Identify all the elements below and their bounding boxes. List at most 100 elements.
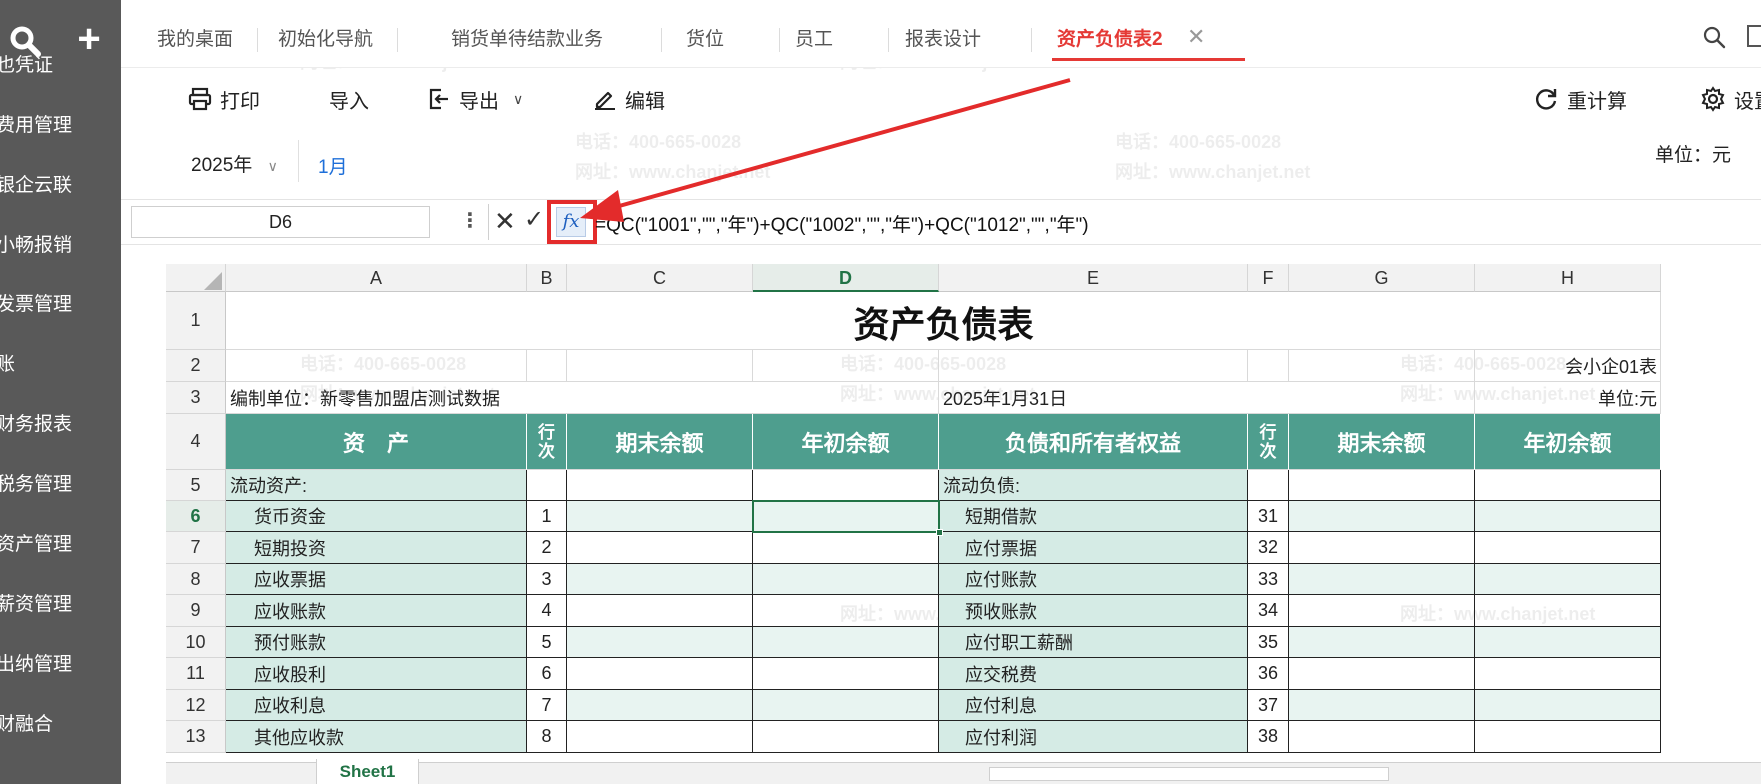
tab-balance-sheet[interactable]: 资产负债表2	[1057, 24, 1163, 54]
header-assets[interactable]: 资 产	[226, 414, 527, 470]
asset-begin-balance-cell[interactable]	[753, 690, 939, 721]
asset-end-balance-cell[interactable]	[567, 690, 753, 721]
cell[interactable]	[753, 350, 939, 382]
asset-name-cell[interactable]: 短期投资	[226, 532, 527, 564]
liability-end-balance-cell[interactable]	[1289, 690, 1475, 721]
liability-begin-balance-cell[interactable]	[1475, 690, 1661, 721]
form-code-cell[interactable]: 会小企01表	[1475, 350, 1661, 382]
cell[interactable]	[567, 470, 753, 501]
company-cell[interactable]: 编制单位：新零售加盟店测试数据	[226, 382, 939, 414]
liability-line-no-cell[interactable]: 36	[1248, 658, 1289, 690]
unit-cell[interactable]: 单位:元	[1475, 382, 1661, 414]
horizontal-scrollbar[interactable]	[989, 767, 1389, 781]
sidebar-item-reports[interactable]: 财务报表	[0, 405, 121, 445]
row-header[interactable]: 11	[166, 658, 226, 690]
liability-begin-balance-cell[interactable]	[1475, 501, 1661, 532]
liability-name-cell[interactable]: 应付利润	[939, 721, 1248, 753]
asset-begin-balance-cell[interactable]	[753, 721, 939, 753]
cell[interactable]	[939, 350, 1248, 382]
asset-name-cell[interactable]: 应收利息	[226, 690, 527, 721]
cell[interactable]	[1289, 350, 1475, 382]
liability-end-balance-cell[interactable]	[1289, 532, 1475, 564]
cell[interactable]	[1248, 350, 1289, 382]
more-icon[interactable]: ⋮	[460, 208, 480, 233]
liability-begin-balance-cell[interactable]	[1475, 564, 1661, 595]
asset-end-balance-cell[interactable]	[567, 627, 753, 658]
liability-name-cell[interactable]: 应交税费	[939, 658, 1248, 690]
header-line-no[interactable]: 行次	[1248, 414, 1289, 470]
header-begin-balance[interactable]: 年初余额	[1475, 414, 1661, 470]
asset-begin-balance-cell[interactable]	[753, 595, 939, 627]
cell[interactable]	[567, 350, 753, 382]
row-header[interactable]: 8	[166, 564, 226, 595]
header-end-balance[interactable]: 期末余额	[567, 414, 753, 470]
liability-line-no-cell[interactable]: 32	[1248, 532, 1289, 564]
fill-handle[interactable]	[936, 529, 943, 536]
column-header-g[interactable]: G	[1289, 264, 1475, 292]
liability-line-no-cell[interactable]: 38	[1248, 721, 1289, 753]
header-line-no[interactable]: 行次	[527, 414, 567, 470]
settings-button[interactable]: 设置	[1700, 84, 1761, 114]
liability-begin-balance-cell[interactable]	[1475, 721, 1661, 753]
sidebar-item-reimburse[interactable]: 小畅报销	[0, 226, 121, 266]
year-select[interactable]: 2025年 ∨	[191, 150, 278, 177]
column-header-e[interactable]: E	[939, 264, 1248, 292]
liability-end-balance-cell[interactable]	[1289, 501, 1475, 532]
asset-begin-balance-cell[interactable]	[753, 658, 939, 690]
liability-end-balance-cell[interactable]	[1289, 595, 1475, 627]
header-begin-balance[interactable]: 年初余额	[753, 414, 939, 470]
sidebar-item-finance[interactable]: 财融合	[0, 705, 121, 745]
asset-line-no-cell[interactable]: 6	[527, 658, 567, 690]
column-header-c[interactable]: C	[567, 264, 753, 292]
row-header[interactable]: 6	[166, 501, 226, 532]
row-header[interactable]: 10	[166, 627, 226, 658]
row-header[interactable]: 13	[166, 721, 226, 753]
tab-report-design[interactable]: 报表设计	[905, 24, 981, 54]
column-header-h[interactable]: H	[1475, 264, 1661, 292]
column-header-f[interactable]: F	[1248, 264, 1289, 292]
print-button[interactable]: 打印	[188, 84, 260, 114]
row-header[interactable]: 2	[166, 350, 226, 382]
liability-begin-balance-cell[interactable]	[1475, 532, 1661, 564]
asset-line-no-cell[interactable]: 7	[527, 690, 567, 721]
sheet-tab[interactable]: Sheet1	[316, 759, 419, 784]
liability-line-no-cell[interactable]: 37	[1248, 690, 1289, 721]
sidebar-item-ledger[interactable]: 账	[0, 345, 121, 385]
tab-employee[interactable]: 员工	[795, 24, 833, 54]
asset-name-cell[interactable]: 预付账款	[226, 627, 527, 658]
column-header-d[interactable]: D	[753, 264, 939, 292]
cell[interactable]	[527, 350, 567, 382]
asset-line-no-cell[interactable]: 4	[527, 595, 567, 627]
column-header-a[interactable]: A	[226, 264, 527, 292]
asset-name-cell[interactable]: 应收股利	[226, 658, 527, 690]
liability-line-no-cell[interactable]: 33	[1248, 564, 1289, 595]
export-button[interactable]: 导出 ∨	[427, 84, 523, 114]
asset-line-no-cell[interactable]: 5	[527, 627, 567, 658]
cell[interactable]	[527, 470, 567, 501]
cell[interactable]	[753, 470, 939, 501]
close-icon[interactable]: ✕	[1187, 24, 1205, 50]
asset-line-no-cell[interactable]: 1	[527, 501, 567, 532]
row-header[interactable]: 1	[166, 292, 226, 350]
sidebar-item-tax[interactable]: 税务管理	[0, 465, 121, 505]
sidebar-item-voucher[interactable]: 也凭证	[0, 46, 121, 86]
sidebar-item-assets[interactable]: 资产管理	[0, 525, 121, 565]
asset-end-balance-cell[interactable]	[567, 721, 753, 753]
section-current-liabilities[interactable]: 流动负债:	[939, 470, 1248, 501]
tab-desktop[interactable]: 我的桌面	[157, 24, 233, 54]
date-cell[interactable]: 2025年1月31日	[939, 382, 1475, 414]
fullscreen-icon[interactable]	[1747, 25, 1761, 47]
asset-begin-balance-cell[interactable]	[753, 564, 939, 595]
liability-end-balance-cell[interactable]	[1289, 627, 1475, 658]
liability-name-cell[interactable]: 应付职工薪酬	[939, 627, 1248, 658]
header-end-balance[interactable]: 期末余额	[1289, 414, 1475, 470]
tab-init-nav[interactable]: 初始化导航	[278, 24, 373, 54]
sidebar-item-payroll[interactable]: 薪资管理	[0, 585, 121, 625]
recalculate-button[interactable]: 重计算	[1533, 84, 1627, 114]
cell-reference-box[interactable]: D6	[131, 206, 430, 238]
liability-name-cell[interactable]: 预收账款	[939, 595, 1248, 627]
insert-function-button[interactable]: fx	[547, 200, 597, 244]
asset-line-no-cell[interactable]: 2	[527, 532, 567, 564]
cell[interactable]	[1289, 470, 1475, 501]
asset-line-no-cell[interactable]: 3	[527, 564, 567, 595]
